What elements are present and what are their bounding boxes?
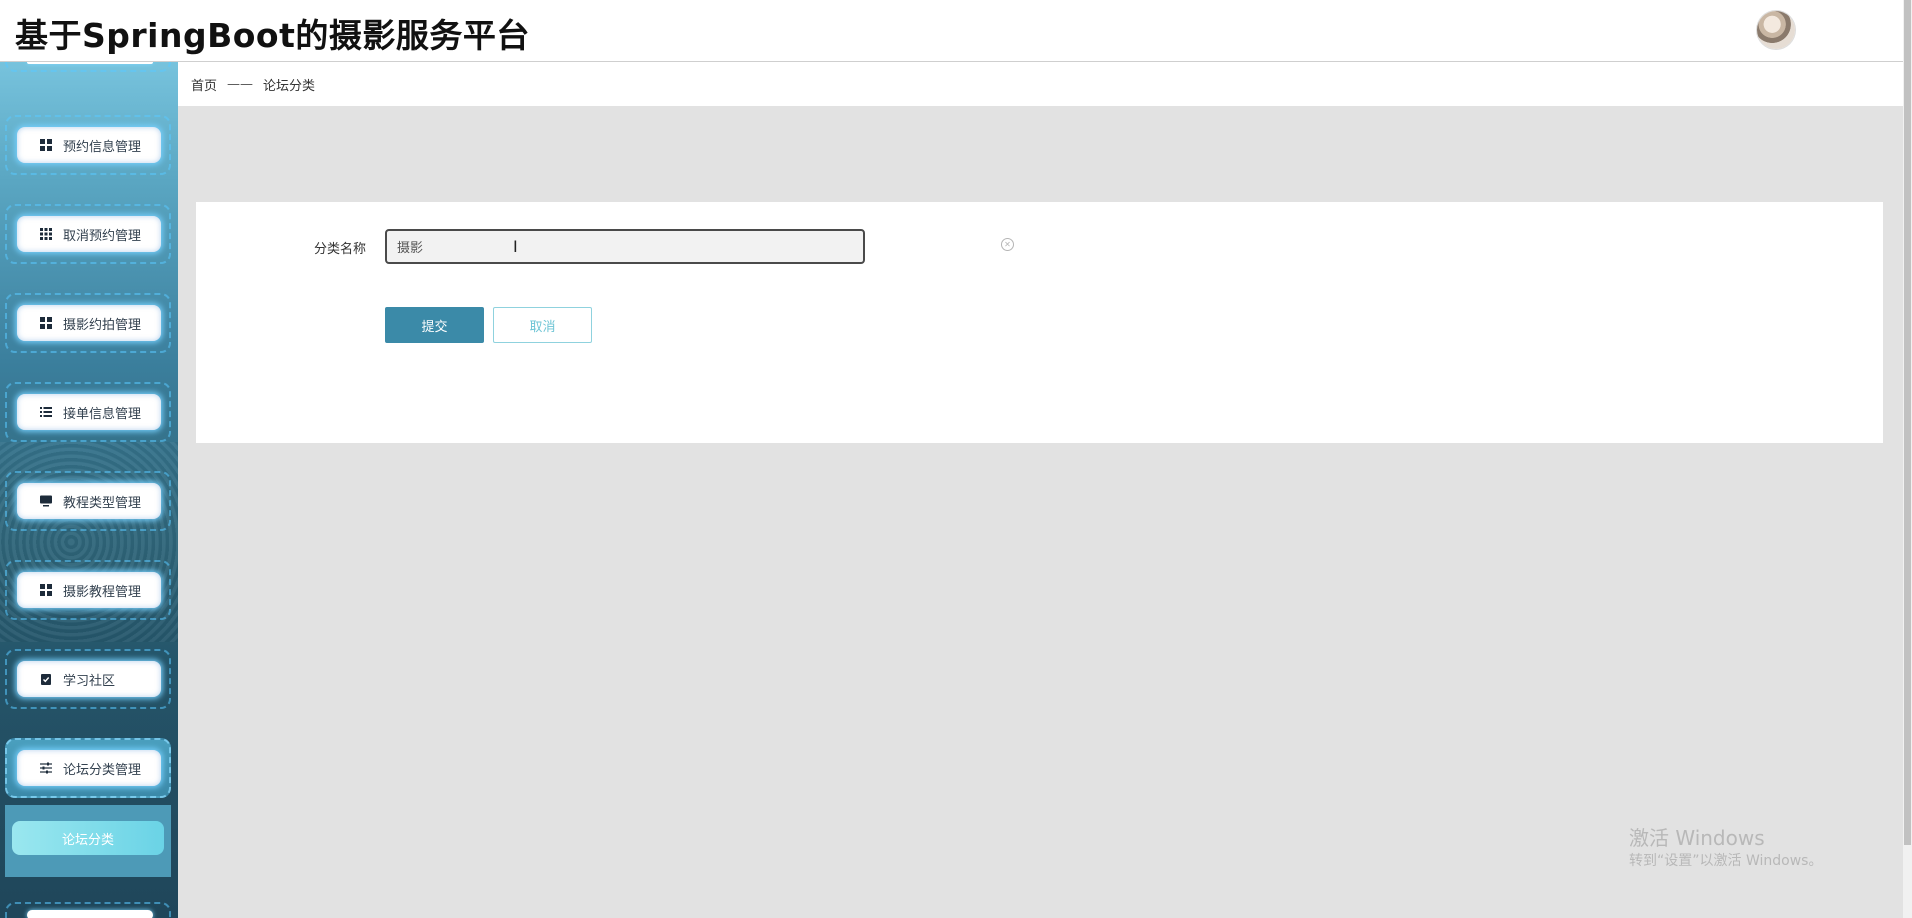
top-header: 基于SpringBoot的摄影服务平台: [0, 0, 1903, 62]
sidebar-item-photo-tutorials[interactable]: 摄影教程管理: [5, 560, 171, 620]
scrollbar-thumb[interactable]: [1904, 0, 1911, 845]
app-title: 基于SpringBoot的摄影服务平台: [15, 16, 530, 55]
sidebar-item-tutorial-types[interactable]: 教程类型管理: [5, 471, 171, 531]
clear-icon[interactable]: ✕: [1001, 238, 1014, 251]
breadcrumb: 首页 —— 论坛分类: [178, 62, 1903, 106]
submit-button[interactable]: 提交: [385, 307, 484, 343]
activation-watermark-title: 激活 Windows: [1629, 826, 1765, 850]
user-avatar[interactable]: [1757, 11, 1795, 49]
breadcrumb-home[interactable]: 首页: [191, 75, 217, 94]
cancel-button[interactable]: 取消: [493, 307, 592, 343]
sidebar-item-label: 教程类型管理: [63, 495, 142, 511]
page-scrollbar[interactable]: [1903, 0, 1912, 918]
grid-icon: [39, 583, 53, 597]
sidebar-item-forum-category[interactable]: 论坛分类管理: [5, 738, 171, 798]
category-name-label: 分类名称: [314, 242, 367, 257]
sidebar-item-label: 学习社区: [63, 673, 116, 689]
sidebar: 预约信息管理 取消预约管理 摄影约拍管理 接单信息管理 教程类型管理 摄影教程管…: [0, 62, 178, 918]
submenu-panel: 论坛分类: [5, 805, 171, 877]
sidebar-item-orders[interactable]: 接单信息管理: [5, 382, 171, 442]
form-card: 分类名称 I ✕ 提交 取消: [196, 202, 1883, 443]
sidebar-item-label: 取消预约管理: [63, 228, 142, 244]
sidebar-item-label: 论坛分类管理: [63, 762, 142, 778]
text-cursor-icon: I: [513, 237, 518, 256]
submenu-item-forum-category[interactable]: 论坛分类: [12, 821, 164, 855]
breadcrumb-current: 论坛分类: [263, 78, 316, 94]
sidebar-item-cancel-booking[interactable]: 取消预约管理: [5, 204, 171, 264]
sidebar-item-community[interactable]: 学习社区: [5, 649, 171, 709]
sidebar-item-partial-top[interactable]: [5, 62, 171, 72]
sidebar-item-partial-bottom[interactable]: [5, 902, 171, 918]
sidebar-item-label: 接单信息管理: [63, 406, 142, 422]
list-icon: [39, 405, 53, 419]
breadcrumb-separator: ——: [227, 76, 254, 92]
activation-watermark-hint: 转到“设置”以激活 Windows。: [1629, 853, 1823, 869]
apps-icon: [39, 227, 53, 241]
sidebar-item-label: 摄影约拍管理: [63, 317, 142, 333]
monitor-icon: [39, 494, 53, 508]
sliders-icon: [39, 761, 53, 775]
sidebar-item-label: 摄影教程管理: [63, 584, 142, 600]
sidebar-item-booking[interactable]: 预约信息管理: [5, 115, 171, 175]
sidebar-item-photo-appointment[interactable]: 摄影约拍管理: [5, 293, 171, 353]
grid-icon: [39, 316, 53, 330]
category-name-input[interactable]: [385, 229, 865, 264]
clipboard-check-icon: [39, 672, 53, 686]
sidebar-item-label: 预约信息管理: [63, 139, 142, 155]
grid-icon: [39, 138, 53, 152]
